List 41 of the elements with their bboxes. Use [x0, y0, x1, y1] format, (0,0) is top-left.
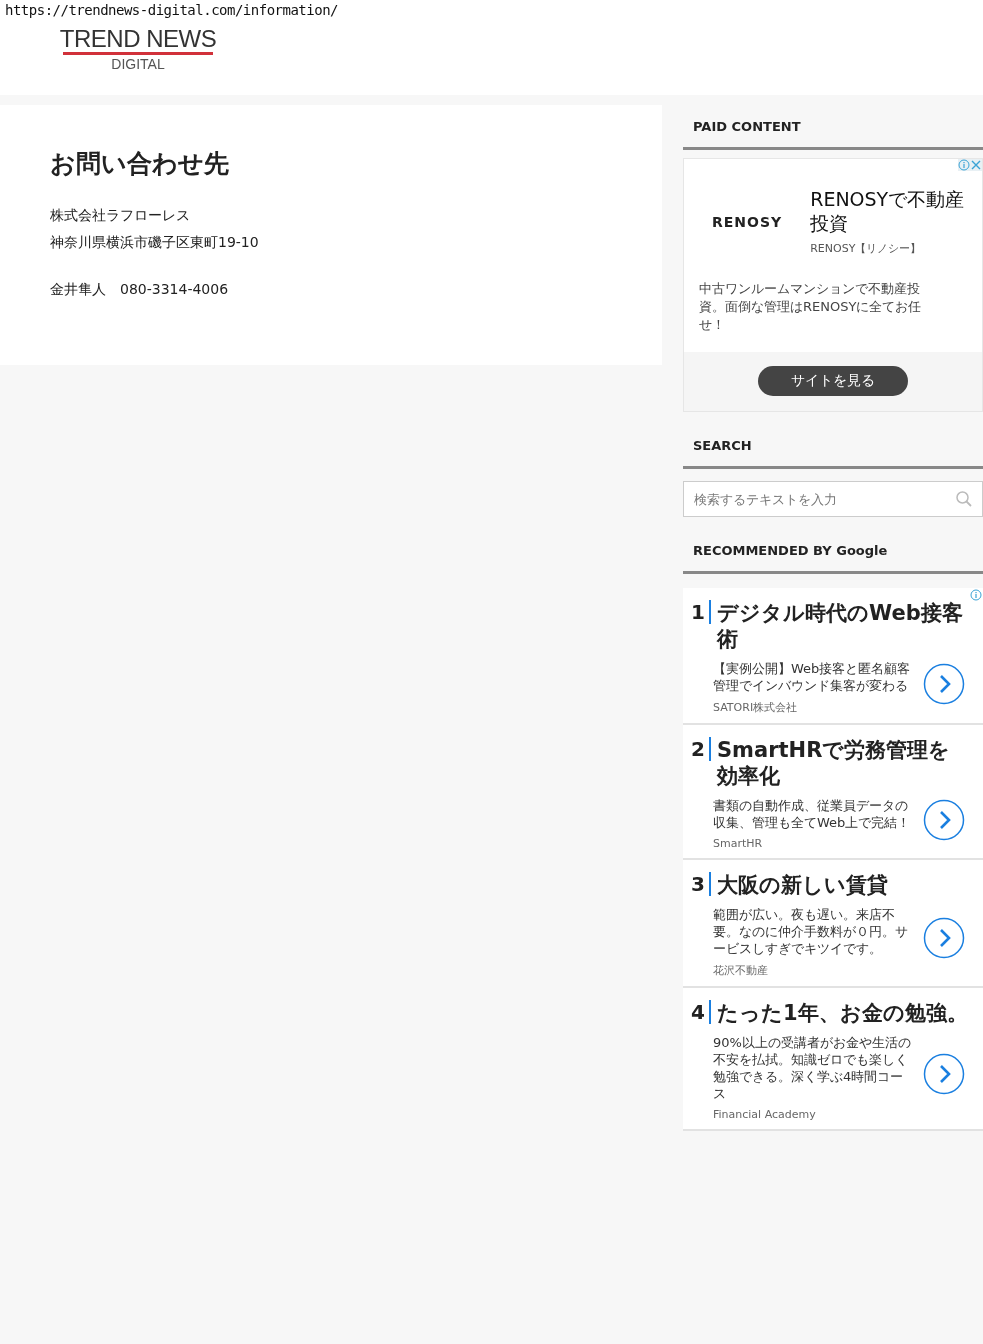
info-icon[interactable] [970, 589, 982, 601]
recommendation-source: Financial Academy [713, 1108, 817, 1121]
widget-heading: PAID CONTENT [683, 105, 983, 150]
contact-text: 神奈川県横浜市磯子区東町19-10 [50, 233, 260, 252]
rank-number: 1 [687, 600, 711, 624]
recommendation-source: SmartHR [713, 837, 764, 850]
widget-heading: SEARCH [683, 424, 983, 469]
recommendation-title: たった1年、お金の勉強。 [717, 1000, 969, 1026]
chevron-right-icon[interactable] [923, 1052, 965, 1095]
recommendation-title: デジタル時代のWeb接客術 [717, 600, 964, 652]
widget-heading: RECOMMENDED BY Google [683, 529, 983, 574]
contact-text: 金井隼人 080-3314-4006 [50, 280, 230, 299]
contact-text: 株式会社ラフローレス [50, 206, 191, 225]
recommendation-item[interactable]: 2 SmartHRで労務管理を効率化 書類の自動作成、従業員データの収集、管理も全てWeb上で完結！ SmartHR [683, 725, 983, 860]
visit-site-button[interactable]: サイトを見る [758, 366, 908, 396]
rank-number: 4 [687, 1000, 711, 1024]
chevron-right-icon[interactable] [923, 662, 965, 705]
rank-number: 2 [687, 737, 711, 761]
ad-description: 中古ワンルームマンションで不動産投資。面倒な管理はRENOSYに全てお任せ！ [698, 280, 923, 334]
recommendation-title: SmartHRで労務管理を効率化 [717, 737, 952, 789]
search-field[interactable]: 検索するテキストを入力 [683, 481, 983, 517]
recommendation-source: SATORI株式会社 [713, 700, 799, 715]
recommendation-item[interactable]: 3 大阪の新しい賃貸 範囲が広い。夜も遅い。来店不要。なのに仲介手数料が０円。サービスしすぎでキツイです。 花沢不動産 [683, 860, 983, 988]
chevron-right-icon[interactable] [923, 917, 965, 959]
close-icon[interactable] [970, 159, 982, 171]
recommendation-source: 花沢不動産 [713, 963, 769, 978]
recommendation-description: 範囲が広い。夜も遅い。来店不要。なのに仲介手数料が０円。サービスしすぎでキツイです。 [713, 906, 909, 957]
ad-source: RENOSY【リノシー】 [810, 241, 923, 256]
recommendation-description: 【実例公開】Web接客と匿名顧客管理でインバウンド集客が変わる [713, 660, 912, 694]
recommendation-title: 大阪の新しい賃貸 [717, 872, 889, 898]
brand-logo: RENOSY [712, 213, 783, 230]
recommendation-description: 90%以上の受講者がお金や生活の不安を払拭。知識ゼロでも楽しく勉強できる。深く学ぶ4時間コース [713, 1034, 912, 1102]
site-logo[interactable]: TREND NEWS DIGITAL [62, 26, 214, 73]
page-url: https://trendnews-digital.com/information/ [4, 1, 339, 20]
page-title: お問い合わせ先 [50, 148, 230, 180]
recommendation-description: 書類の自動作成、従業員データの収集、管理も全てWeb上で完結！ [713, 797, 912, 831]
rank-number: 3 [687, 872, 711, 896]
chevron-right-icon[interactable] [923, 798, 965, 841]
recommendation-item[interactable]: 4 たった1年、お金の勉強。 90%以上の受講者がお金や生活の不安を払拭。知識ゼロでも楽しく勉強できる。深く学ぶ4時間コース Financial Academy [683, 988, 983, 1131]
recommendation-item[interactable]: 1 デジタル時代のWeb接客術 【実例公開】Web接客と匿名顧客管理でインバウンド集客が変わる SATORI株式会社 [683, 588, 983, 725]
ad-title[interactable]: RENOSYで不動産投資 [810, 187, 968, 235]
